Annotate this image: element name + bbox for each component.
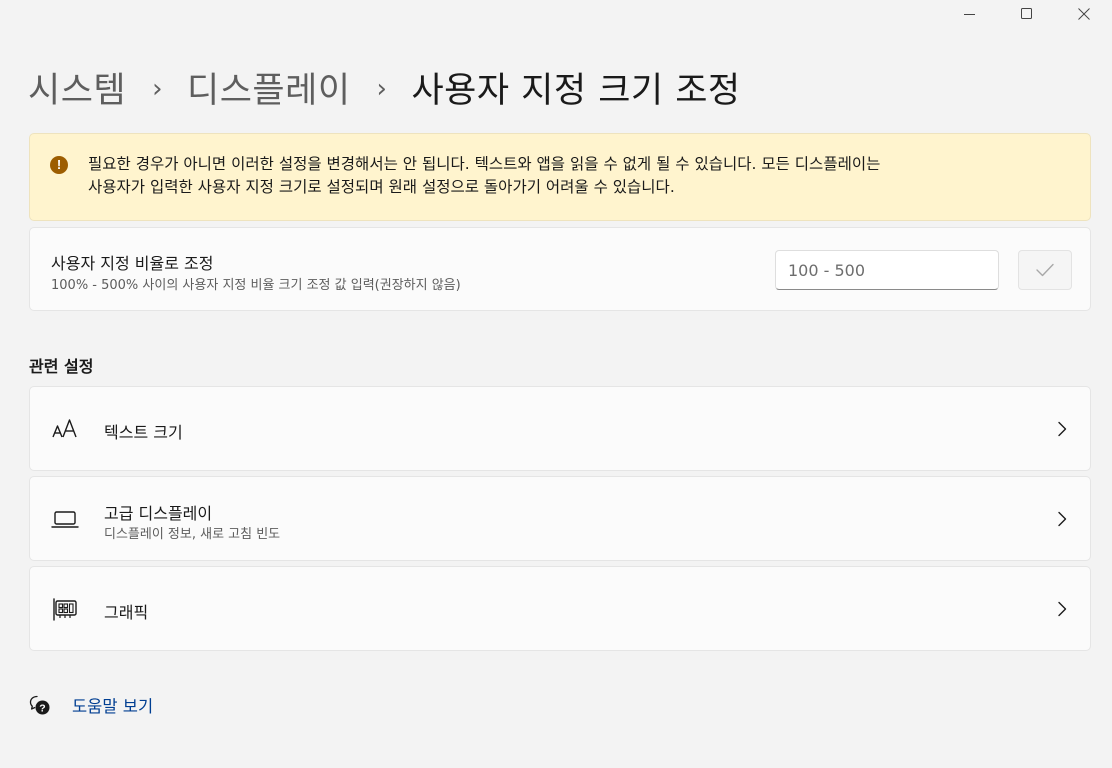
get-help-label: 도움말 보기	[72, 697, 154, 716]
minimize-icon	[963, 14, 975, 15]
close-icon	[1077, 8, 1090, 20]
related-item-subtitle: 디스플레이 정보, 새로 고침 빈도	[104, 527, 281, 542]
related-item-title: 고급 디스플레이	[104, 504, 213, 523]
close-button[interactable]	[1055, 0, 1112, 28]
apply-scale-button[interactable]	[1018, 250, 1072, 290]
custom-scale-input[interactable]	[775, 250, 999, 290]
get-help-link[interactable]: ? 도움말 보기	[29, 693, 153, 717]
warning-banner: ! 필요한 경우가 아니면 이러한 설정을 변경해서는 안 됩니다. 텍스트와 …	[29, 133, 1091, 221]
graphics-card-icon	[51, 595, 79, 623]
custom-scale-title: 사용자 지정 비율로 조정	[51, 254, 214, 273]
related-settings-heading: 관련 설정	[29, 357, 94, 376]
related-item-advanced-display[interactable]: 고급 디스플레이 디스플레이 정보, 새로 고침 빈도	[29, 476, 1091, 561]
breadcrumb-item-display[interactable]: 디스플레이	[187, 62, 351, 113]
breadcrumb-separator: ›	[152, 73, 164, 104]
related-item-text-size[interactable]: 텍스트 크기	[29, 386, 1091, 471]
minimize-button[interactable]	[941, 0, 998, 28]
custom-scale-description: 100% - 500% 사이의 사용자 지정 비율 크기 조정 값 입력(권장하…	[51, 278, 461, 293]
chevron-right-icon	[1058, 421, 1067, 436]
window-controls	[941, 0, 1112, 28]
related-item-title: 텍스트 크기	[104, 423, 183, 442]
svg-text:?: ?	[39, 703, 45, 715]
warning-text-line: 필요한 경우가 아니면 이러한 설정을 변경해서는 안 됩니다. 텍스트와 앱을…	[88, 155, 881, 173]
warning-icon: !	[50, 156, 68, 174]
warning-text: 필요한 경우가 아니면 이러한 설정을 변경해서는 안 됩니다. 텍스트와 앱을…	[88, 153, 1070, 199]
maximize-icon	[1020, 8, 1032, 19]
custom-scale-card: 사용자 지정 비율로 조정 100% - 500% 사이의 사용자 지정 비율 …	[29, 227, 1091, 311]
related-item-graphics[interactable]: 그래픽	[29, 566, 1091, 651]
maximize-button[interactable]	[998, 0, 1055, 28]
warning-text-line: 사용자가 입력한 사용자 지정 크기로 설정되며 원래 설정으로 돌아가기 어려…	[88, 178, 675, 196]
breadcrumb-separator: ›	[376, 73, 388, 104]
chevron-right-icon	[1058, 601, 1067, 616]
help-chat-icon: ?	[29, 695, 50, 715]
page-title: 사용자 지정 크기 조정	[411, 71, 741, 111]
related-item-title: 그래픽	[104, 603, 149, 622]
breadcrumb-item-system[interactable]: 시스템	[28, 62, 126, 113]
checkmark-icon	[1036, 263, 1054, 277]
chevron-right-icon	[1058, 511, 1067, 526]
text-size-icon	[51, 415, 79, 443]
breadcrumb: 시스템 › 디스플레이 › 사용자 지정 크기 조정	[28, 62, 741, 113]
laptop-icon	[51, 505, 79, 533]
